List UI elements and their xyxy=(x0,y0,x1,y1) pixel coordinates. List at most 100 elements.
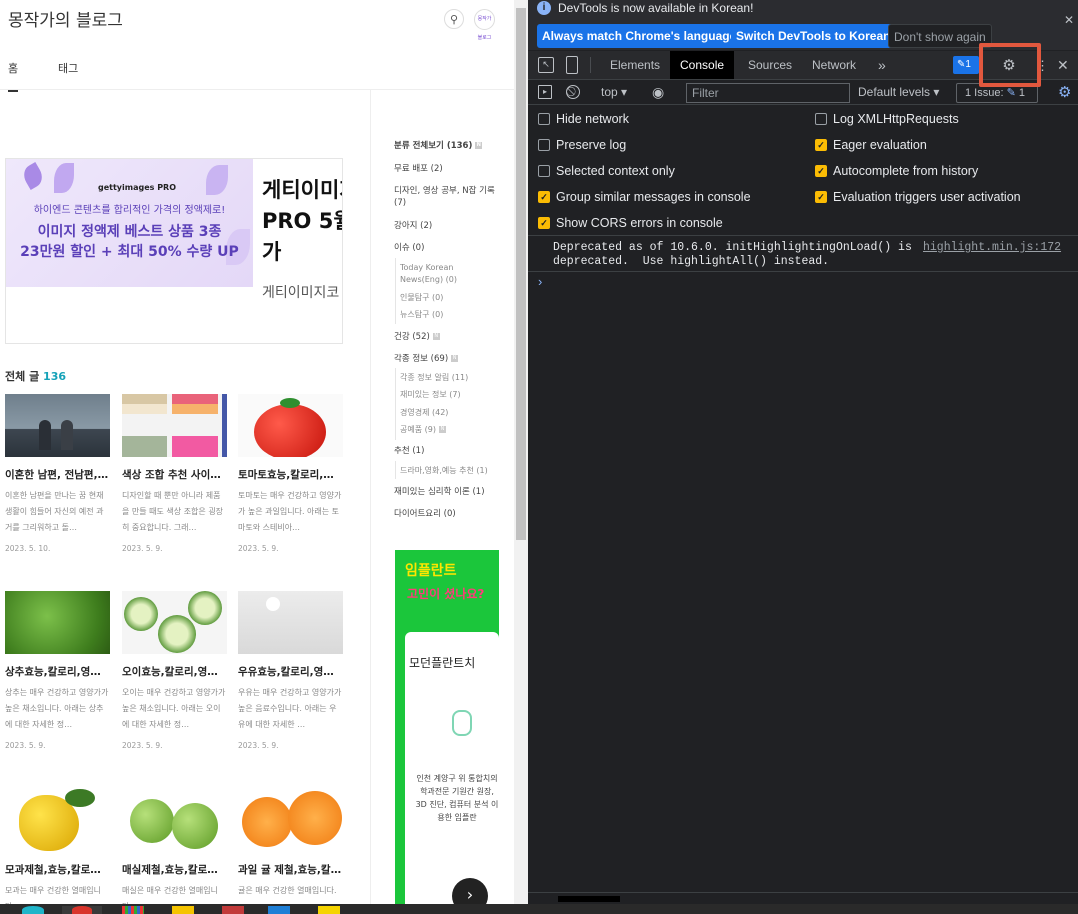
post-thumbnail[interactable] xyxy=(122,591,227,654)
taskbar-app-icon[interactable] xyxy=(222,906,244,914)
post-title[interactable]: 우유효능,칼로리,영… xyxy=(238,664,343,679)
featured-banner-image[interactable]: gettyimages PRO 하이엔드 콘텐츠를 합리적인 가격의 정액제로!… xyxy=(6,159,253,287)
featured-title[interactable]: 게티이미지 PRO 5월 특가 xyxy=(262,175,342,268)
category-item[interactable]: 강아지 (2) xyxy=(394,220,432,232)
autocomplete-checkbox[interactable]: ✓ Autocomplete from history xyxy=(815,164,978,178)
tab-elements[interactable]: Elements xyxy=(600,51,670,79)
taskbar-app-icon[interactable] xyxy=(268,906,290,914)
eager-evaluation-checkbox[interactable]: ✓ Eager evaluation xyxy=(815,138,927,152)
checkbox-checked[interactable]: ✓ xyxy=(815,139,827,151)
evaluation-activation-checkbox[interactable]: ✓ Evaluation triggers user activation xyxy=(815,190,1021,204)
close-devtools-icon[interactable]: ✕ xyxy=(1057,57,1069,74)
taskbar-app-icon[interactable] xyxy=(62,906,102,914)
tab-home[interactable]: 홈 xyxy=(8,60,19,92)
post-title[interactable]: 오이효능,칼로리,영… xyxy=(122,664,227,679)
post-thumbnail[interactable] xyxy=(5,591,110,654)
device-toolbar-icon[interactable] xyxy=(566,56,578,74)
log-levels-dropdown[interactable]: Default levels ▾ xyxy=(858,85,939,99)
sidebar-toggle-icon[interactable]: ▸ xyxy=(538,85,552,99)
category-subitem[interactable]: 공예품 (9) N xyxy=(400,424,446,436)
post-card[interactable]: 매실제철,효능,칼로… 매실은 매우 건강한 열매입니다. xyxy=(122,789,227,914)
post-title[interactable]: 색상 조합 추천 사이… xyxy=(122,467,227,482)
post-card[interactable]: 이혼한 남편, 전남편,… 이혼한 남편을 만나는 꿈 현재 생활이 힘들어 자… xyxy=(5,394,110,553)
more-tabs-icon[interactable]: » xyxy=(868,51,896,79)
dont-show-again-button[interactable]: Don't show again xyxy=(888,24,992,48)
checkbox-checked[interactable]: ✓ xyxy=(815,165,827,177)
post-title[interactable]: 이혼한 남편, 전남편,… xyxy=(5,467,110,482)
preserve-log-checkbox[interactable]: Preserve log xyxy=(538,138,626,152)
category-item[interactable]: 각종 정보 (69) N xyxy=(394,353,459,365)
post-title[interactable]: 상추효능,칼로리,영… xyxy=(5,664,110,679)
avatar[interactable]: 몽작가 블로그 xyxy=(474,9,495,41)
post-title[interactable]: 과일 귤 제철,효능,칼… xyxy=(238,862,343,877)
post-card[interactable]: 색상 조합 추천 사이… 디자인할 때 뿐만 아니라 제품을 만들 때도 색상 … xyxy=(122,394,227,553)
category-item[interactable]: 분류 전체보기 (136) N xyxy=(394,140,483,152)
show-cors-checkbox[interactable]: ✓ Show CORS errors in console xyxy=(538,216,723,230)
category-item[interactable]: 재미있는 심리학 이론 (1) xyxy=(394,486,485,498)
taskbar-app-icon[interactable] xyxy=(318,906,340,914)
category-item[interactable]: 추천 (1) xyxy=(394,445,424,457)
console-settings-gear-icon[interactable]: ⚙ xyxy=(1058,83,1071,101)
post-thumbnail[interactable] xyxy=(122,789,227,852)
checkbox-checked[interactable]: ✓ xyxy=(538,217,550,229)
post-card[interactable]: 오이효능,칼로리,영… 오이는 매우 건강하고 영양가가 높은 채소입니다. 아… xyxy=(122,591,227,750)
category-item[interactable]: 디자인, 영상 공부, N잡 기록 (7) xyxy=(394,185,498,209)
clear-console-icon[interactable]: ⃠ xyxy=(566,85,580,99)
taskbar-app-icon[interactable] xyxy=(172,906,194,914)
blog-title[interactable]: 몽작가의 블로그 xyxy=(8,6,123,31)
context-selector[interactable]: top ▾ xyxy=(601,85,627,99)
close-icon[interactable]: ✕ xyxy=(1064,13,1074,27)
console-source-link[interactable]: highlight.min.js:172 xyxy=(923,241,1061,254)
post-card[interactable]: 상추효능,칼로리,영… 상추는 매우 건강하고 영양가가 높은 채소입니다. 아… xyxy=(5,591,110,750)
post-thumbnail[interactable] xyxy=(238,591,343,654)
checkbox[interactable] xyxy=(538,165,550,177)
hide-network-checkbox[interactable]: Hide network xyxy=(538,112,629,126)
messages-badge[interactable]: ✎1 xyxy=(953,56,979,74)
checkbox-checked[interactable]: ✓ xyxy=(538,191,550,203)
post-card[interactable]: 우유효능,칼로리,영… 우유는 매우 건강하고 영양가가 높은 음료수입니다. … xyxy=(238,591,343,750)
tab-sources[interactable]: Sources xyxy=(738,51,802,79)
tab-tags[interactable]: 태그 xyxy=(58,60,78,76)
category-subitem[interactable]: 뉴스탐구 (0) xyxy=(400,309,443,321)
category-subitem[interactable]: Today Korean News(Eng) (0) xyxy=(400,262,496,286)
post-card[interactable]: 모과제철,효능,칼로… 모과는 매우 건강한 열매입니다. xyxy=(5,789,110,914)
sidebar-ad[interactable]: 임플란트 고민이 셨나요? 모던플란트치 인천 계양구 위 통합치의학과전문 기… xyxy=(395,550,499,914)
search-icon[interactable]: ⚲ xyxy=(444,9,464,29)
post-thumbnail[interactable] xyxy=(122,394,227,457)
post-thumbnail[interactable] xyxy=(5,394,110,457)
category-subitem[interactable]: 경영경제 (42) xyxy=(400,407,448,419)
category-subitem[interactable]: 인물탐구 (0) xyxy=(400,292,443,304)
post-thumbnail[interactable] xyxy=(5,789,110,852)
tab-console[interactable]: Console xyxy=(670,51,735,79)
post-thumbnail[interactable] xyxy=(238,394,343,457)
category-subitem[interactable]: 재미있는 정보 (7) xyxy=(400,389,461,401)
taskbar-app-icon[interactable] xyxy=(22,906,44,914)
drawer-handle[interactable] xyxy=(558,896,620,902)
category-item[interactable]: 다이어트요리 (0) xyxy=(394,508,456,520)
match-language-button[interactable]: Always match Chrome's language xyxy=(537,24,742,48)
log-xhr-checkbox[interactable]: Log XMLHttpRequests xyxy=(815,112,959,126)
post-thumbnail[interactable] xyxy=(238,789,343,852)
post-card[interactable]: 과일 귤 제철,효능,칼… 귤은 매우 건강한 열매입니다. xyxy=(238,789,343,914)
category-subitem[interactable]: 각종 정보 알림 (11) xyxy=(400,372,468,384)
group-similar-checkbox[interactable]: ✓ Group similar messages in console xyxy=(538,190,751,204)
checkbox[interactable] xyxy=(815,113,827,125)
category-subitem[interactable]: 드라마,영화,예능 추천 (1) xyxy=(400,465,488,477)
category-item[interactable]: 이슈 (0) xyxy=(394,242,424,254)
eye-icon[interactable]: ◉ xyxy=(652,84,664,101)
filter-input[interactable]: Filter xyxy=(686,83,850,103)
selected-context-checkbox[interactable]: Selected context only xyxy=(538,164,675,178)
console-prompt[interactable]: › xyxy=(538,274,542,289)
checkbox[interactable] xyxy=(538,139,550,151)
category-item[interactable]: 무료 배포 (2) xyxy=(394,163,443,175)
checkbox-checked[interactable]: ✓ xyxy=(815,191,827,203)
page-scrollbar[interactable] xyxy=(514,0,528,914)
inspect-element-icon[interactable]: ↖ xyxy=(538,57,554,73)
post-card[interactable]: 토마토효능,칼로리,… 토마토는 매우 건강하고 영양가가 높은 과일입니다. … xyxy=(238,394,343,553)
tab-network[interactable]: Network xyxy=(802,51,866,79)
post-title[interactable]: 매실제철,효능,칼로… xyxy=(122,862,227,877)
post-title[interactable]: 토마토효능,칼로리,… xyxy=(238,467,343,482)
switch-korean-button[interactable]: Switch DevTools to Korean xyxy=(731,24,896,48)
taskbar-app-icon[interactable] xyxy=(122,906,144,914)
featured-post[interactable]: gettyimages PRO 하이엔드 콘텐츠를 합리적인 가격의 정액제로!… xyxy=(5,158,343,344)
